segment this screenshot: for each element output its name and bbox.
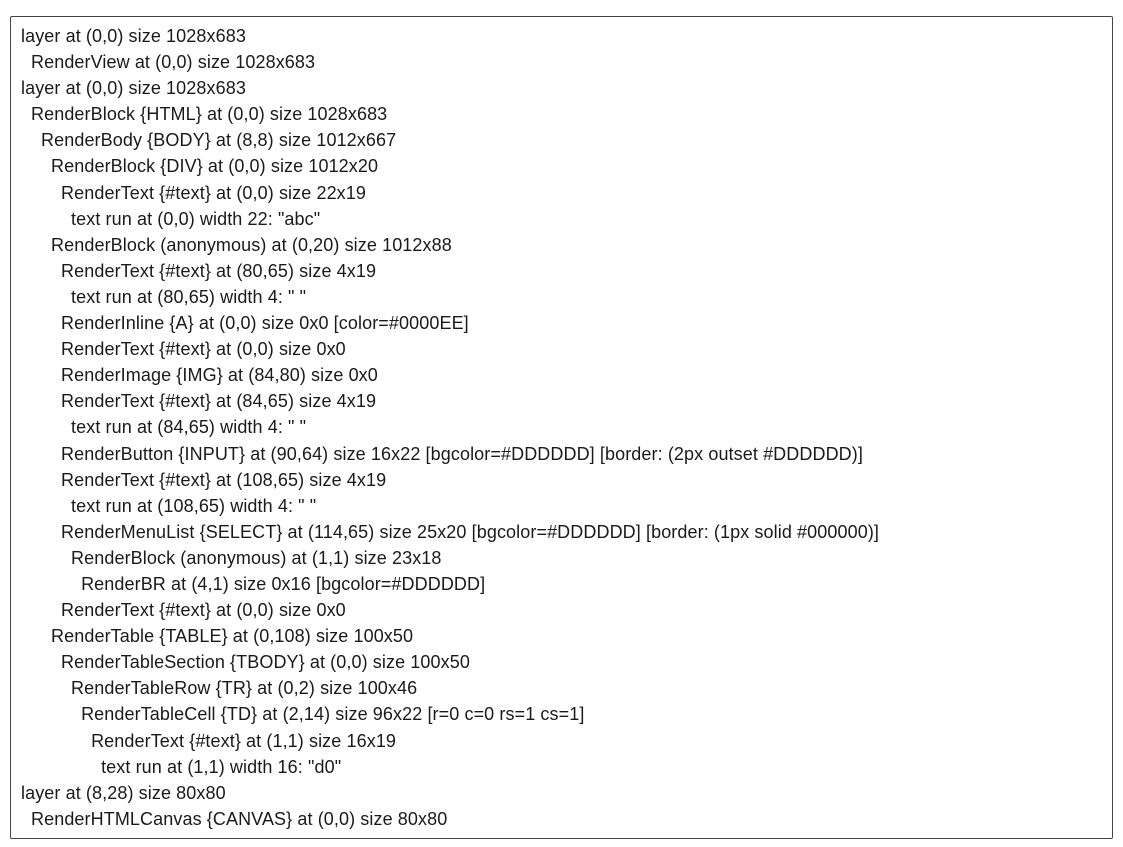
- render-tree-line: text run at (80,65) width 4: " ": [21, 284, 1102, 310]
- render-tree-line: text run at (108,65) width 4: " ": [21, 493, 1102, 519]
- render-tree-line: RenderBlock (anonymous) at (1,1) size 23…: [21, 545, 1102, 571]
- render-tree-line: RenderText {#text} at (108,65) size 4x19: [21, 467, 1102, 493]
- render-tree-line: RenderTableSection {TBODY} at (0,0) size…: [21, 649, 1102, 675]
- render-tree-line: RenderTableCell {TD} at (2,14) size 96x2…: [21, 701, 1102, 727]
- render-tree-line: RenderImage {IMG} at (84,80) size 0x0: [21, 362, 1102, 388]
- render-tree-line: RenderBody {BODY} at (8,8) size 1012x667: [21, 127, 1102, 153]
- render-tree-line: RenderBlock {DIV} at (0,0) size 1012x20: [21, 153, 1102, 179]
- render-tree-line: text run at (84,65) width 4: " ": [21, 414, 1102, 440]
- render-tree-line: layer at (0,0) size 1028x683: [21, 75, 1102, 101]
- render-tree-line: RenderTable {TABLE} at (0,108) size 100x…: [21, 623, 1102, 649]
- render-tree-line: RenderText {#text} at (84,65) size 4x19: [21, 388, 1102, 414]
- render-tree-line: text run at (1,1) width 16: "d0": [21, 754, 1102, 780]
- render-tree-line: RenderInline {A} at (0,0) size 0x0 [colo…: [21, 310, 1102, 336]
- render-tree-line: RenderBlock {HTML} at (0,0) size 1028x68…: [21, 101, 1102, 127]
- render-tree-line: RenderTableRow {TR} at (0,2) size 100x46: [21, 675, 1102, 701]
- render-tree-line: layer at (0,0) size 1028x683: [21, 23, 1102, 49]
- render-tree-dump: layer at (0,0) size 1028x683RenderView a…: [10, 16, 1113, 839]
- render-tree-line: RenderView at (0,0) size 1028x683: [21, 49, 1102, 75]
- render-tree-line: RenderBlock (anonymous) at (0,20) size 1…: [21, 232, 1102, 258]
- render-tree-line: RenderText {#text} at (1,1) size 16x19: [21, 728, 1102, 754]
- render-tree-line: RenderText {#text} at (0,0) size 22x19: [21, 180, 1102, 206]
- render-tree-line: RenderText {#text} at (0,0) size 0x0: [21, 597, 1102, 623]
- render-tree-line: RenderMenuList {SELECT} at (114,65) size…: [21, 519, 1102, 545]
- render-tree-line: RenderBR at (4,1) size 0x16 [bgcolor=#DD…: [21, 571, 1102, 597]
- render-tree-line: layer at (8,28) size 80x80: [21, 780, 1102, 806]
- render-tree-line: RenderText {#text} at (0,0) size 0x0: [21, 336, 1102, 362]
- render-tree-line: RenderText {#text} at (80,65) size 4x19: [21, 258, 1102, 284]
- render-tree-line: RenderHTMLCanvas {CANVAS} at (0,0) size …: [21, 806, 1102, 832]
- render-tree-line: text run at (0,0) width 22: "abc": [21, 206, 1102, 232]
- render-tree-line: RenderButton {INPUT} at (90,64) size 16x…: [21, 441, 1102, 467]
